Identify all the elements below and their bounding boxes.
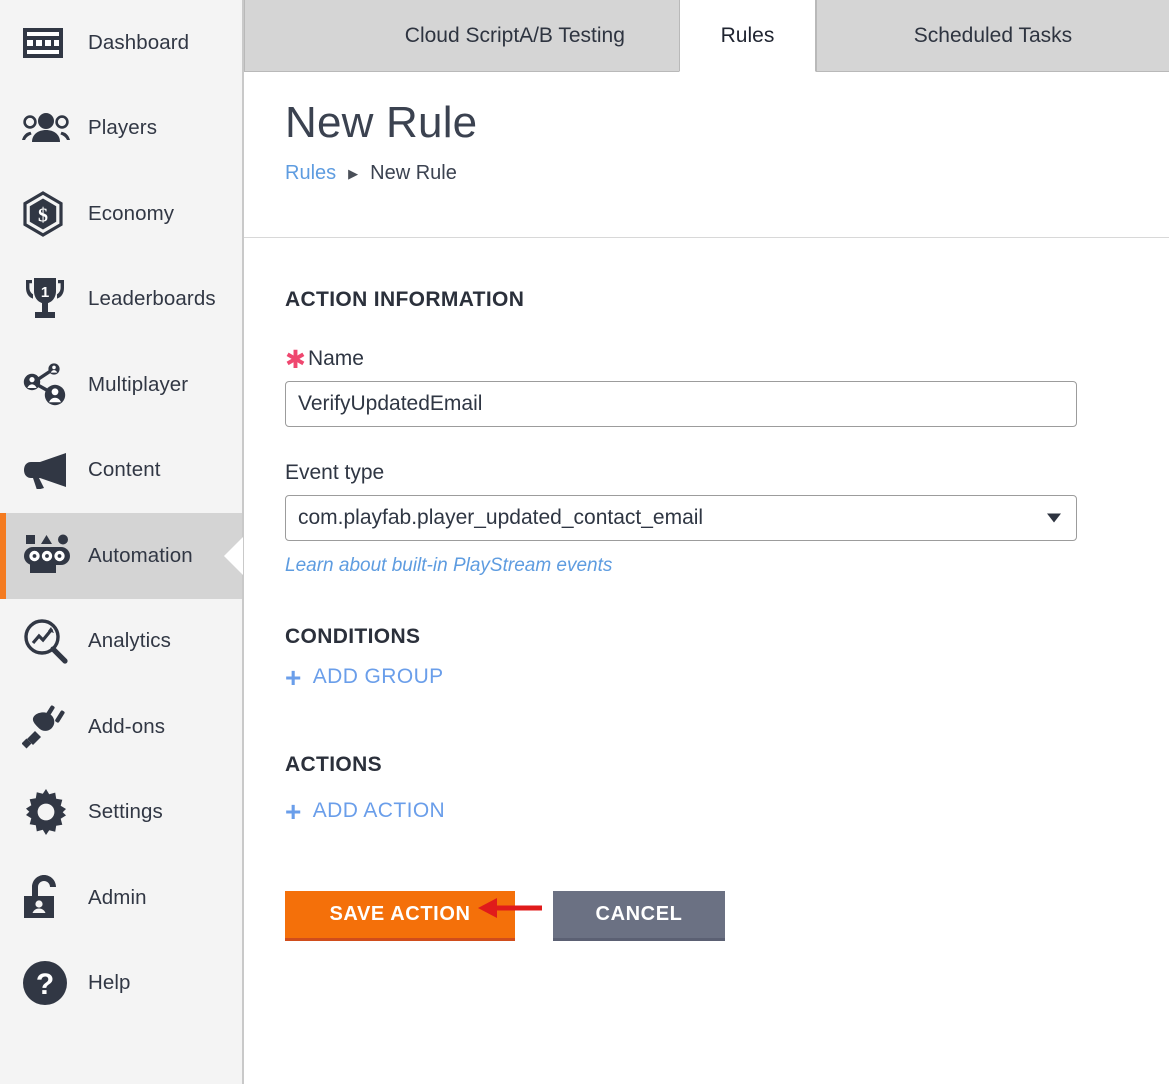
main-content: Cloud Script A/B Testing Rules Scheduled…	[244, 0, 1169, 1084]
sidebar-item-multiplayer[interactable]: Multiplayer	[0, 342, 242, 428]
breadcrumb-separator-icon: ▶	[348, 167, 358, 180]
lock-icon	[22, 873, 78, 923]
save-action-button[interactable]: SAVE ACTION	[285, 891, 515, 941]
leaderboards-icon: 1	[22, 275, 78, 323]
active-indicator-notch	[224, 537, 243, 575]
sidebar-item-economy[interactable]: $ Economy	[0, 171, 242, 257]
sidebar-item-label: Economy	[88, 202, 174, 226]
event-type-field-label: Event type	[285, 461, 1169, 485]
sidebar-item-leaderboards[interactable]: 1 Leaderboards	[0, 257, 242, 343]
dashboard-icon	[22, 27, 78, 59]
sidebar-item-label: Dashboard	[88, 31, 189, 55]
name-label-text: Name	[308, 347, 364, 371]
sidebar-item-addons[interactable]: Add-ons	[0, 684, 242, 770]
players-icon	[22, 112, 78, 144]
sidebar-item-label: Admin	[88, 886, 147, 910]
sidebar-item-admin[interactable]: Admin	[0, 855, 242, 941]
name-field-group: ✱ Name	[285, 346, 1169, 427]
tab-label: A/B Testing	[519, 24, 625, 48]
sidebar-item-label: Content	[88, 458, 161, 482]
svg-text:$: $	[38, 204, 48, 226]
page-title: New Rule	[285, 100, 1169, 146]
automation-icon	[22, 533, 78, 579]
breadcrumb: Rules ▶ New Rule	[285, 162, 1169, 185]
plus-icon: +	[285, 667, 302, 689]
sidebar-item-settings[interactable]: Settings	[0, 770, 242, 856]
sidebar-item-content[interactable]: Content	[0, 428, 242, 514]
sidebar-item-label: Multiplayer	[88, 373, 188, 397]
tab-scheduled-tasks[interactable]: Scheduled Tasks	[816, 0, 1169, 72]
event-type-label-text: Event type	[285, 461, 384, 485]
multiplayer-icon	[22, 362, 78, 408]
addons-icon	[22, 704, 78, 750]
tab-ab-testing-label[interactable]: A/B Testing	[464, 0, 680, 72]
event-type-field-group: Event type com.playfab.player_updated_co…	[285, 461, 1169, 577]
form-button-row: SAVE ACTION CANCEL	[285, 891, 1169, 941]
breadcrumb-current: New Rule	[370, 162, 457, 185]
gear-icon	[22, 788, 78, 836]
event-type-select-wrapper: com.playfab.player_updated_contact_email	[285, 495, 1077, 541]
economy-icon: $	[22, 191, 78, 237]
add-group-button[interactable]: + ADD GROUP	[285, 665, 444, 689]
sidebar-item-label: Analytics	[88, 629, 171, 653]
tab-bar: Cloud Script A/B Testing Rules Scheduled…	[244, 0, 1169, 72]
tab-label: Rules	[721, 24, 775, 48]
event-type-select[interactable]: com.playfab.player_updated_contact_email	[285, 495, 1077, 541]
sidebar-item-label: Add-ons	[88, 715, 165, 739]
page-header: New Rule Rules ▶ New Rule	[244, 72, 1169, 238]
name-input[interactable]	[285, 381, 1077, 427]
sidebar-item-label: Leaderboards	[88, 287, 216, 311]
analytics-icon	[22, 618, 78, 664]
content-icon	[22, 451, 78, 489]
svg-text:1: 1	[41, 284, 49, 301]
sidebar-item-analytics[interactable]: Analytics	[0, 599, 242, 685]
tab-rules[interactable]: Rules	[679, 0, 816, 72]
tab-label: Scheduled Tasks	[914, 24, 1072, 48]
section-title-conditions: CONDITIONS	[285, 625, 1169, 649]
section-title-action-information: ACTION INFORMATION	[285, 288, 1169, 312]
add-group-label: ADD GROUP	[313, 665, 444, 689]
help-icon: ?	[22, 960, 78, 1006]
sidebar-item-dashboard[interactable]: Dashboard	[0, 0, 242, 86]
cancel-button[interactable]: CANCEL	[553, 891, 725, 941]
name-field-label: ✱ Name	[285, 346, 1169, 371]
sidebar-item-label: Settings	[88, 800, 163, 824]
plus-icon: +	[285, 801, 302, 823]
add-action-label: ADD ACTION	[313, 799, 445, 823]
breadcrumb-link-rules[interactable]: Rules	[285, 162, 336, 185]
sidebar-item-label: Players	[88, 116, 157, 140]
sidebar-item-help[interactable]: ? Help	[0, 941, 242, 1027]
rule-form: ACTION INFORMATION ✱ Name Event type com…	[244, 238, 1169, 941]
sidebar-item-label: Help	[88, 971, 131, 995]
playfab-game-manager: Dashboard Players $	[0, 0, 1169, 1084]
required-asterisk-icon: ✱	[285, 349, 306, 372]
sidebar-item-label: Automation	[88, 544, 193, 568]
playstream-events-link[interactable]: Learn about built-in PlayStream events	[285, 555, 612, 577]
sidebar-item-automation[interactable]: Automation	[0, 513, 242, 599]
svg-text:?: ?	[36, 968, 54, 1001]
section-title-actions: ACTIONS	[285, 753, 1169, 777]
sidebar-item-players[interactable]: Players	[0, 86, 242, 172]
event-type-selected-value: com.playfab.player_updated_contact_email	[298, 506, 703, 530]
sidebar-nav: Dashboard Players $	[0, 0, 244, 1084]
add-action-button[interactable]: + ADD ACTION	[285, 799, 445, 823]
